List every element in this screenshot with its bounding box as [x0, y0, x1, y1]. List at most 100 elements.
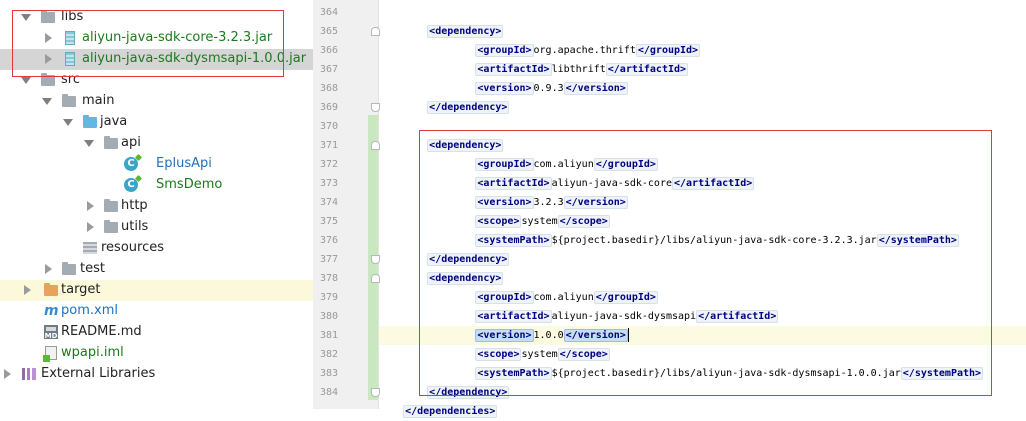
code-line[interactable]: <systemPath> ${project.basedir}/libs/aliy… — [379, 231, 1026, 250]
tree-item-iml[interactable]: wpapi.iml — [0, 343, 313, 364]
code-line[interactable]: <dependency> — [379, 136, 1026, 155]
line-number[interactable]: 382 — [316, 345, 338, 364]
code-line[interactable]: <groupId> com.aliyun </groupId> — [379, 155, 1026, 174]
text-caret — [627, 328, 629, 342]
code-line[interactable]: </dependencies> — [379, 402, 1026, 421]
tree-item-dysmsapi-jar[interactable]: aliyun-java-sdk-dysmsapi-1.0.0.jar — [0, 49, 313, 70]
code-line[interactable]: <artifactId> aliyun-java-sdk-dysmsapi </ar… — [379, 307, 1026, 326]
tree-item-api[interactable]: api — [0, 133, 313, 154]
tree-item-main[interactable]: main — [0, 91, 313, 112]
xml-tag: </artifactId> — [605, 63, 689, 76]
xml-tag: </groupId> — [593, 158, 658, 171]
tree-item-src[interactable]: src — [0, 70, 313, 91]
package-icon — [104, 136, 118, 149]
line-number[interactable]: 378 — [316, 269, 338, 288]
tree-item-test[interactable]: test — [0, 259, 313, 280]
line-number[interactable]: 384 — [316, 383, 338, 402]
code-line[interactable]: <groupId> org.apache.thrift </groupId> — [379, 41, 1026, 60]
line-number[interactable]: 373 — [316, 174, 338, 193]
code-line[interactable]: <artifactId> aliyun-java-sdk-core </artifa… — [379, 174, 1026, 193]
line-number[interactable]: 365 — [316, 22, 338, 41]
code-line[interactable]: <systemPath> ${project.basedir}/libs/aliy… — [379, 364, 1026, 383]
code-line[interactable]: <version> 3.2.3 </version> — [379, 193, 1026, 212]
chevron-down-icon[interactable] — [21, 14, 31, 21]
line-number[interactable]: 366 — [316, 41, 338, 60]
tree-item-label: utils — [121, 219, 149, 234]
code-line[interactable] — [379, 3, 1026, 22]
tree-item-readme[interactable]: MD README.md — [0, 322, 313, 343]
code-line[interactable]: <version> 1.0.0 </version> — [379, 326, 1026, 345]
chevron-down-icon[interactable] — [21, 77, 31, 84]
line-number[interactable]: 371 — [316, 136, 338, 155]
chevron-right-icon[interactable] — [87, 201, 94, 211]
tree-item-label: api — [121, 135, 141, 150]
chevron-right-icon[interactable] — [45, 264, 52, 274]
chevron-down-icon[interactable] — [63, 119, 73, 126]
line-number[interactable]: 370 — [316, 117, 338, 136]
line-number[interactable]: 381 — [316, 326, 338, 345]
tree-item-external-libraries[interactable]: External Libraries — [0, 364, 313, 385]
code-line[interactable]: <groupId> com.aliyun </groupId> — [379, 288, 1026, 307]
tree-item-pom[interactable]: m pom.xml — [0, 301, 313, 322]
tree-item-eplusapi[interactable]: C EplusApi — [0, 154, 313, 175]
line-number[interactable]: 367 — [316, 60, 338, 79]
chevron-down-icon[interactable] — [84, 140, 94, 147]
xml-text: libthrift — [551, 64, 606, 75]
tree-item-java[interactable]: java — [0, 112, 313, 133]
code-line[interactable]: <dependency> — [379, 22, 1026, 41]
xml-tag: <systemPath> — [475, 367, 552, 380]
jar-icon — [65, 52, 75, 66]
line-number[interactable]: 372 — [316, 155, 338, 174]
line-number[interactable]: 375 — [316, 212, 338, 231]
xml-tag: <dependency> — [427, 272, 504, 285]
tree-item-label: README.md — [61, 324, 142, 339]
code-line[interactable]: <version> 0.9.3 </version> — [379, 79, 1026, 98]
chevron-right-icon[interactable] — [4, 369, 11, 379]
folder-icon — [62, 94, 76, 107]
tree-item-target[interactable]: target — [0, 280, 313, 301]
line-number[interactable]: 364 — [316, 3, 338, 22]
chevron-right-icon[interactable] — [24, 285, 31, 295]
libraries-icon — [22, 368, 36, 380]
xml-tag: </version> — [563, 196, 628, 209]
line-number[interactable]: 377 — [316, 250, 338, 269]
chevron-right-icon[interactable] — [45, 54, 52, 64]
tree-item-resources[interactable]: resources — [0, 238, 313, 259]
code-line[interactable]: </dependency> — [379, 383, 1026, 402]
xml-tag: </dependency> — [427, 386, 510, 399]
line-number[interactable]: 369 — [316, 98, 338, 117]
tree-item-libs[interactable]: libs — [0, 7, 313, 28]
code-line[interactable]: <scope> system </scope> — [379, 212, 1026, 231]
xml-tag: </groupId> — [635, 44, 701, 57]
folder-icon — [62, 262, 76, 275]
tree-item-http[interactable]: http — [0, 196, 313, 217]
line-number[interactable]: 374 — [316, 193, 338, 212]
code-line[interactable] — [379, 117, 1026, 136]
chevron-right-icon[interactable] — [87, 222, 94, 232]
chevron-right-icon[interactable] — [45, 33, 52, 43]
line-number[interactable]: 383 — [316, 364, 338, 383]
tree-item-smsdemo[interactable]: C SmsDemo — [0, 175, 313, 196]
line-number[interactable]: 379 — [316, 288, 338, 307]
tree-item-core-jar[interactable]: aliyun-java-sdk-core-3.2.3.jar — [0, 28, 313, 49]
code-line[interactable]: <scope> system </scope> — [379, 345, 1026, 364]
code-line[interactable]: </dependency> — [379, 250, 1026, 269]
line-number[interactable]: 368 — [316, 79, 338, 98]
chevron-down-icon[interactable] — [42, 98, 52, 105]
code-line[interactable]: <dependency> — [379, 269, 1026, 288]
tree-item-utils[interactable]: utils — [0, 217, 313, 238]
code-line[interactable]: </dependency> — [379, 98, 1026, 117]
tree-row-partial[interactable]: ideal — [0, 0, 313, 7]
line-number[interactable]: 376 — [316, 231, 338, 250]
tree-item-label: aliyun-java-sdk-core-3.2.3.jar — [82, 30, 273, 45]
line-number[interactable]: 380 — [316, 307, 338, 326]
xml-tag: </systemPath> — [876, 234, 959, 247]
code-line[interactable]: <artifactId> libthrift </artifactId> — [379, 60, 1026, 79]
xml-tag: <artifactId> — [475, 310, 552, 323]
